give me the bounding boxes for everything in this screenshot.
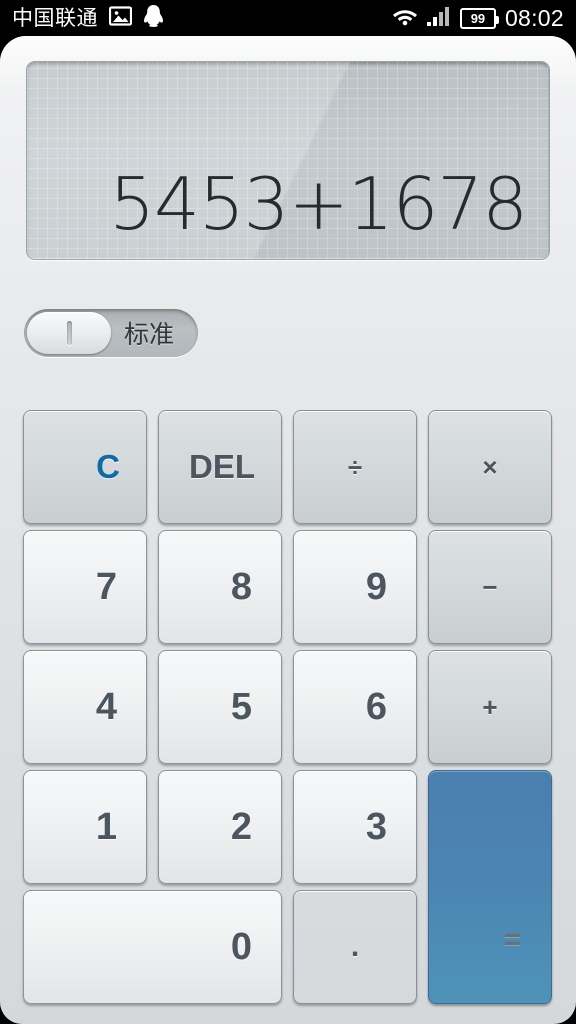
calculator-app: 5453+1678 标准 C DEL ÷ × 7 8 9 − 4 5 6 +1 2 3 0. =	[0, 36, 576, 1024]
carrier-label: 中国联通	[12, 6, 98, 30]
photo-icon	[108, 5, 133, 31]
key-six[interactable]: 6	[293, 650, 417, 764]
mode-toggle-knob[interactable]	[27, 312, 111, 354]
key-plus-label: +	[482, 691, 498, 722]
wifi-icon	[392, 6, 418, 31]
key-three-label: 3	[365, 805, 387, 848]
key-multiply-label: ×	[482, 451, 498, 482]
key-one[interactable]: 1	[23, 770, 147, 884]
key-seven-label: 7	[95, 565, 117, 608]
key-eight-label: 8	[230, 565, 252, 608]
key-minus[interactable]: −	[428, 530, 552, 644]
status-bar: 中国联通 99 08:02	[0, 0, 576, 36]
key-minus-label: −	[482, 571, 498, 602]
key-divide-label: ÷	[347, 451, 363, 482]
key-five[interactable]: 5	[158, 650, 282, 764]
key-two-label: 2	[230, 805, 252, 848]
display-expression: 5453+1678	[109, 167, 527, 243]
key-two[interactable]: 2	[158, 770, 282, 884]
key-zero-label: 0	[230, 925, 252, 968]
status-bar-right: 99 08:02	[392, 6, 564, 31]
qq-penguin-icon	[143, 4, 164, 33]
calculator-keypad: C DEL ÷ × 7 8 9 − 4 5 6 +1 2 3 0. =	[0, 402, 576, 1024]
key-seven[interactable]: 7	[23, 530, 147, 644]
key-four[interactable]: 4	[23, 650, 147, 764]
key-equals[interactable]: =	[428, 770, 552, 1004]
battery-level: 99	[470, 10, 486, 26]
key-eight[interactable]: 8	[158, 530, 282, 644]
key-delete-label: DEL	[189, 448, 255, 485]
key-decimal-label: .	[350, 930, 360, 963]
key-nine-label: 9	[365, 565, 387, 608]
key-six-label: 6	[365, 685, 387, 728]
calculator-display: 5453+1678	[26, 61, 550, 260]
mode-toggle-label: 标准	[124, 321, 175, 349]
key-plus[interactable]: +	[428, 650, 552, 764]
key-five-label: 5	[230, 685, 252, 728]
key-clear-label: C	[96, 448, 120, 485]
key-decimal[interactable]: .	[293, 890, 417, 1004]
key-delete[interactable]: DEL	[158, 410, 282, 524]
key-zero[interactable]: 0	[23, 890, 282, 1004]
status-bar-left: 中国联通	[12, 4, 392, 33]
key-multiply[interactable]: ×	[428, 410, 552, 524]
key-three[interactable]: 3	[293, 770, 417, 884]
key-equals-label: =	[503, 923, 521, 956]
battery-icon: 99	[459, 7, 499, 29]
key-one-label: 1	[95, 805, 117, 848]
key-divide[interactable]: ÷	[293, 410, 417, 524]
clock-label: 08:02	[504, 4, 564, 31]
key-four-label: 4	[95, 685, 117, 728]
mode-toggle-switch[interactable]: 标准	[24, 309, 198, 357]
toggle-grip-icon	[66, 321, 72, 345]
key-nine[interactable]: 9	[293, 530, 417, 644]
key-clear[interactable]: C	[23, 410, 147, 524]
signal-icon	[426, 6, 451, 31]
